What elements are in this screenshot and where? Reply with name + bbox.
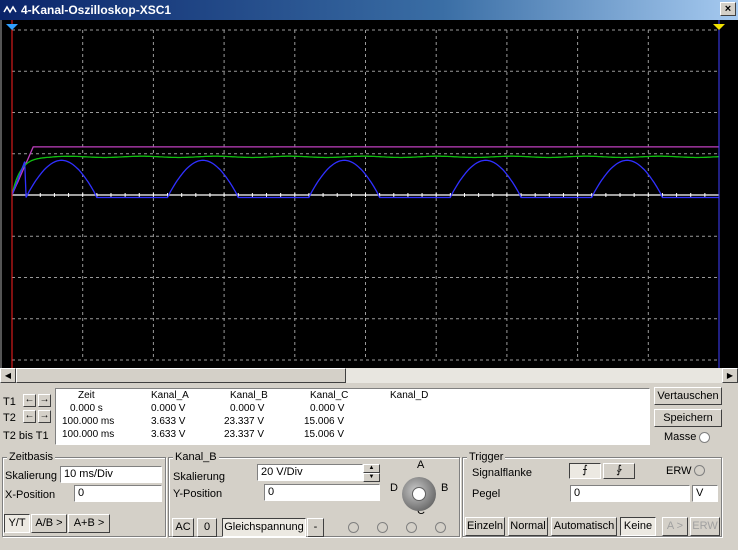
t1-right-arrow-icon[interactable]: → [38,394,51,407]
scope-display[interactable] [0,20,738,368]
t2-label: T2 [3,412,16,424]
horizontal-scrollbar[interactable]: ◀ ▶ [0,368,738,383]
save-button[interactable]: Speichern [654,409,722,427]
t1-kanal-b: 0.000 V [230,403,265,414]
trigger-ext-button[interactable]: ERW [690,517,720,536]
t1-left-arrow-icon[interactable]: ← [23,394,36,407]
t1-label: T1 [3,396,16,408]
y-position-field[interactable]: 0 [264,484,380,501]
ext-trigger-radio[interactable] [694,465,705,476]
t2t1-kanal-c: 15.006 V [304,429,345,440]
trigger-none-button[interactable]: Keine [620,517,656,536]
ext-trigger-label: ERW [666,465,692,477]
t2t1-zeit: 100.000 ms [62,429,115,440]
channel-title: Kanal_B [173,451,219,463]
channel-radio-b[interactable] [377,522,388,533]
header-kanal-d: Kanal_D [390,390,429,401]
invert-button[interactable]: - [307,518,324,537]
mode-ab-button[interactable]: A/B > [31,514,67,533]
level-unit-field[interactable]: V [692,485,718,502]
knob-label-b: B [441,482,449,494]
channel-radio-d[interactable] [435,522,446,533]
t1-zeit: 0.000 s [70,403,103,414]
cursor-readout-area: T1 ← → T2 ← → T2 bis T1 Zeit Kanal_A Kan… [0,385,738,447]
t2-left-arrow-icon[interactable]: ← [23,410,36,423]
oscilloscope-app-icon [3,5,17,14]
y-position-label: Y-Position [173,488,223,500]
trigger-single-button[interactable]: Einzeln [465,517,505,536]
title-bar: 4-Kanal-Oszilloskop-XSC1 × [0,0,738,20]
reverse-button[interactable]: Vertauschen [654,387,722,405]
header-kanal-a: Kanal_A [151,390,189,401]
cursor-table: Zeit Kanal_A Kanal_B Kanal_C Kanal_D 0.0… [55,388,650,445]
trigger-title: Trigger [467,451,506,463]
t1-kanal-a: 0.000 V [151,403,186,414]
t2t1-kanal-b: 23.337 V [224,429,265,440]
header-kanal-b: Kanal_B [230,390,268,401]
channel-scale-field[interactable]: 20 V/Div [257,464,363,481]
rising-edge-icon[interactable]: ⨍ [569,463,601,479]
header-zeit: Zeit [78,390,95,401]
trigger-a-button[interactable]: A > [662,517,688,536]
scale-down-icon[interactable]: ▼ [363,473,380,482]
scale-up-icon[interactable]: ▲ [363,464,380,473]
t2-kanal-c: 15.006 V [304,416,345,427]
channel-selector-knob[interactable] [402,477,436,511]
t2t1-kanal-a: 3.633 V [151,429,186,440]
scroll-left-icon[interactable]: ◀ [0,368,16,383]
t2-right-arrow-icon[interactable]: → [38,410,51,423]
scroll-right-icon[interactable]: ▶ [722,368,738,383]
t1-kanal-c: 0.000 V [310,403,345,414]
trace-channel-b [11,159,719,199]
falling-edge-icon[interactable]: ⨑ [603,463,635,479]
t2-zeit: 100.000 ms [62,416,115,427]
level-field[interactable]: 0 [570,485,690,502]
close-button[interactable]: × [720,2,736,16]
scrollbar-thumb[interactable] [16,368,346,383]
scope-plot [6,20,725,368]
channel-scale-label: Skalierung [173,471,225,483]
trigger-auto-button[interactable]: Automatisch [551,517,617,536]
t2-kanal-b: 23.337 V [224,416,265,427]
level-label: Pegel [472,488,501,500]
coupling-ac-button[interactable]: AC [172,518,194,537]
cursor-t1-marker [6,24,18,30]
x-position-field[interactable]: 0 [74,485,162,502]
trigger-normal-button[interactable]: Normal [508,517,548,536]
ground-label: Masse [664,431,697,443]
ground-option[interactable]: Masse [664,431,711,443]
mode-yt-button[interactable]: Y/T [4,514,30,533]
x-position-label: X-Position [5,489,56,501]
edge-label: Signalflanke [472,467,532,479]
t2-kanal-a: 3.633 V [151,416,186,427]
timebase-title: Zeitbasis [7,451,56,463]
window-title: 4-Kanal-Oszilloskop-XSC1 [21,3,172,17]
grid-lines [11,29,720,361]
channel-radio-c[interactable] [406,522,417,533]
header-kanal-c: Kanal_C [310,390,349,401]
mode-aplusb-button[interactable]: A+B > [68,514,110,533]
coupling-dc-button[interactable]: Gleichspannung [222,518,306,537]
cursor-t2-marker [713,24,725,30]
coupling-zero-button[interactable]: 0 [197,518,217,537]
channel-radio-a[interactable] [348,522,359,533]
knob-label-a: A [417,459,425,471]
knob-label-d: D [390,482,398,494]
timebase-scale-label: Skalierung [5,470,57,482]
knob-center-icon [412,487,426,501]
timebase-scale-field[interactable]: 10 ms/Div [60,466,162,483]
t2-t1-label: T2 bis T1 [3,430,49,442]
ground-radio[interactable] [699,431,711,443]
